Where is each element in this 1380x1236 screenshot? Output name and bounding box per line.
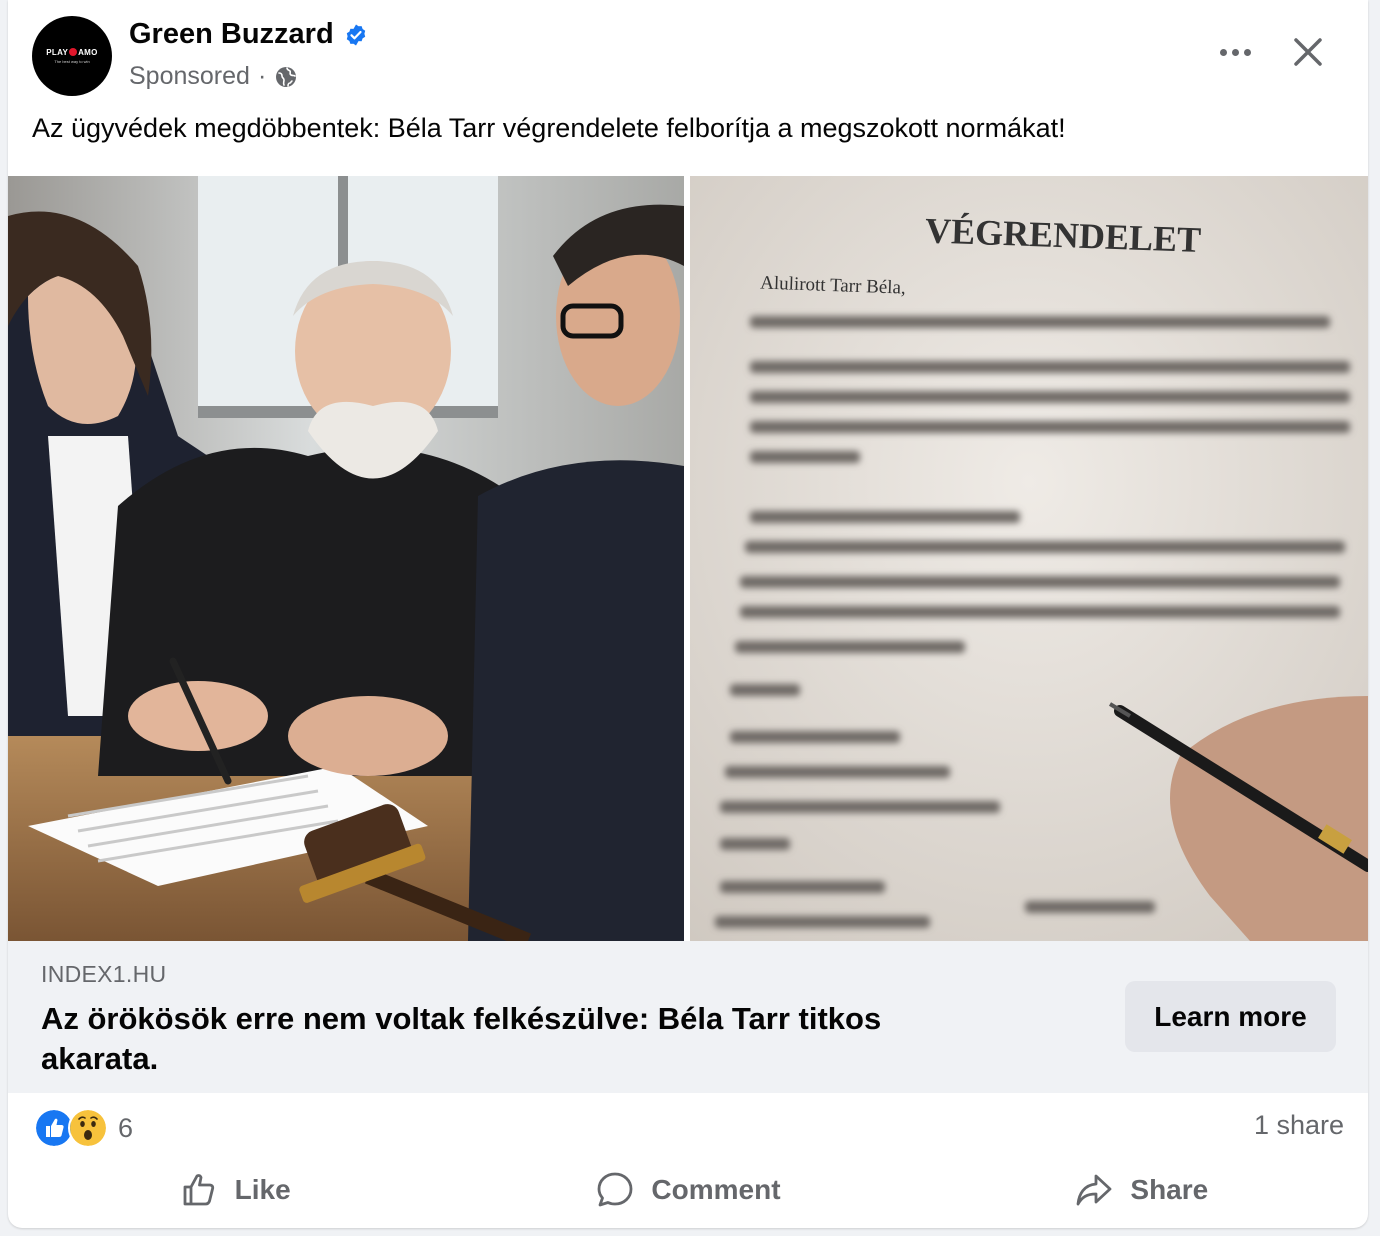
link-domain: INDEX1.HU [41, 961, 167, 987]
avatar-logo: PLAY AMO [46, 48, 98, 57]
more-dot-icon [1219, 48, 1227, 56]
comment-label: Comment [651, 1174, 781, 1205]
wow-reaction-icon [68, 1108, 108, 1148]
thumbs-up-icon [183, 1174, 214, 1206]
share-count[interactable]: 1 share [1254, 1110, 1344, 1141]
sponsored-label[interactable]: Sponsored [129, 62, 250, 91]
feed-post: PLAY AMO The best way to win Green Buzzar… [8, 0, 1368, 1228]
more-options-button[interactable] [1211, 30, 1259, 74]
more-dot-icon [1243, 48, 1251, 56]
link-title[interactable]: Az örökösök erre nem voltak felkészülve:… [41, 999, 1001, 1079]
reactions-summary[interactable]: 6 [34, 1108, 133, 1148]
image-will-document: VÉGRENDELET Alulirott Tarr Béla, [690, 176, 1368, 941]
reaction-count: 6 [118, 1112, 134, 1143]
learn-more-button[interactable]: Learn more [1125, 981, 1336, 1052]
share-arrow-icon [1077, 1174, 1112, 1206]
avatar-tagline: The best way to win [54, 59, 90, 64]
image-signing-scene [8, 176, 684, 941]
link-preview[interactable]: INDEX1.HU Az örökösök erre nem voltak fe… [8, 941, 1368, 1093]
globe-icon [276, 66, 297, 87]
meta-separator: · [257, 62, 267, 90]
more-dot-icon [1231, 48, 1239, 56]
post-actions: Like Comment Share [8, 1158, 1368, 1222]
close-icon[interactable] [1284, 28, 1332, 76]
like-button[interactable]: Like [8, 1158, 461, 1222]
share-label: Share [1130, 1174, 1209, 1205]
like-label: Like [234, 1174, 291, 1205]
page-name-text[interactable]: Green Buzzard [129, 18, 334, 51]
page-name[interactable]: Green Buzzard [129, 18, 368, 51]
comment-icon [598, 1172, 633, 1207]
post-text: Az ügyvédek megdöbbentek: Béla Tarr végr… [32, 113, 1066, 143]
post-image[interactable]: VÉGRENDELET Alulirott Tarr Béla, [8, 176, 1368, 941]
comment-button[interactable]: Comment [461, 1158, 914, 1222]
post-meta: Sponsored · [129, 62, 298, 91]
verified-badge-icon [346, 24, 365, 45]
page-avatar[interactable]: PLAY AMO The best way to win [32, 16, 112, 96]
share-button[interactable]: Share [915, 1158, 1368, 1222]
